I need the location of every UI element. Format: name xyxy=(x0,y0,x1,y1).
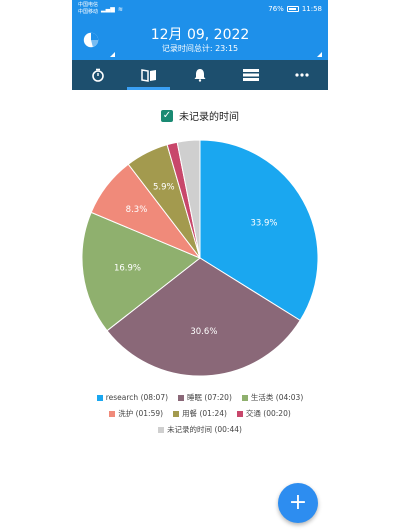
legend-label: 睡眠 (07:20) xyxy=(187,393,232,402)
clock: 11:58 xyxy=(301,5,322,13)
legend-label: research (08:07) xyxy=(105,393,169,402)
pie-slice-label: 30.6% xyxy=(190,327,217,337)
dropdown-corner-right-icon[interactable] xyxy=(317,52,322,57)
legend-swatch xyxy=(109,410,116,417)
pie-slice-label: 16.9% xyxy=(114,264,141,274)
legend-label: 生活类 (04:03) xyxy=(250,393,304,402)
legend-item[interactable]: 洗护 (01:59) xyxy=(109,408,163,419)
legend-swatch xyxy=(96,394,103,401)
legend-swatch xyxy=(173,410,180,417)
legend-item[interactable]: 交通 (00:20) xyxy=(236,408,291,419)
bell-icon xyxy=(194,69,206,82)
status-bar: 中国电信 中国移动 ▂▄▆ ≋ 76% 11:58 xyxy=(72,0,328,18)
tab-more[interactable] xyxy=(277,60,328,90)
status-right: 76% 11:58 xyxy=(268,5,322,13)
legend-swatch xyxy=(158,426,165,433)
pie-slice-label: 33.9% xyxy=(250,218,277,228)
battery-icon xyxy=(286,6,299,12)
pie-slice-label: 8.3% xyxy=(126,205,148,215)
header: 12月 09, 2022 记录时间总计: 23:15 xyxy=(72,18,328,60)
legend-swatch xyxy=(178,394,185,401)
legend-swatch xyxy=(236,410,243,417)
signal-icon: ▂▄▆ xyxy=(101,5,115,13)
legend-row: 洗护 (01:59) 用餐 (01:24) 交通 (00:20) xyxy=(72,408,328,419)
legend-item[interactable]: 用餐 (01:24) xyxy=(173,408,227,419)
chart-legend: research (08:07) 睡眠 (07:20) 生活类 (04:03) 洗护 … xyxy=(72,392,328,440)
legend-label: 未记录的时间 (00:44) xyxy=(167,425,242,434)
carrier-2: 中国移动 xyxy=(78,9,99,15)
tab-list[interactable] xyxy=(226,60,277,90)
tab-stopwatch[interactable] xyxy=(72,60,123,90)
untracked-time-filter[interactable]: ✓ 未记录的时间 xyxy=(72,108,328,123)
legend-label: 洗护 (01:59) xyxy=(118,409,164,418)
legend-swatch xyxy=(241,394,248,401)
tab-bell[interactable] xyxy=(174,60,225,90)
dropdown-corner-left-icon[interactable] xyxy=(110,52,115,57)
legend-item[interactable]: 生活类 (04:03) xyxy=(241,392,304,403)
pie-slice-label: 5.9% xyxy=(153,182,175,192)
legend-item[interactable]: research (08:07) xyxy=(96,392,169,403)
carrier-1: 中国电信 xyxy=(78,2,99,8)
more-icon xyxy=(295,73,310,77)
legend-item[interactable]: 未记录的时间 (00:44) xyxy=(158,424,242,435)
tab-bar xyxy=(72,60,328,90)
filter-label: 未记录的时间 xyxy=(179,112,239,123)
legend-item[interactable]: 睡眠 (07:20) xyxy=(178,392,232,403)
date-title[interactable]: 12月 09, 2022 xyxy=(72,24,328,44)
book-icon xyxy=(141,69,156,82)
legend-row: 未记录的时间 (00:44) xyxy=(72,424,328,435)
carrier-info: 中国电信 中国移动 xyxy=(78,2,98,16)
wifi-icon: ≋ xyxy=(117,5,123,13)
app-screen: 中国电信 中国移动 ▂▄▆ ≋ 76% 11:58 12月 09, 2022 记… xyxy=(72,0,328,532)
tab-book[interactable] xyxy=(123,60,174,90)
add-entry-button[interactable]: + xyxy=(278,483,318,523)
checkbox-checked-icon[interactable]: ✓ xyxy=(161,109,173,122)
pie-chart: 33.9% 30.6% 16.9% 8.3% 5.9% xyxy=(81,139,319,377)
stopwatch-icon xyxy=(91,68,104,82)
legend-label: 用餐 (01:24) xyxy=(182,409,227,418)
list-icon xyxy=(243,69,260,81)
legend-row: research (08:07) 睡眠 (07:20) 生活类 (04:03) xyxy=(72,392,328,403)
legend-label: 交通 (00:20) xyxy=(245,409,291,418)
battery-percent: 76% xyxy=(268,5,284,13)
status-left: 中国电信 中国移动 ▂▄▆ ≋ xyxy=(78,2,123,16)
